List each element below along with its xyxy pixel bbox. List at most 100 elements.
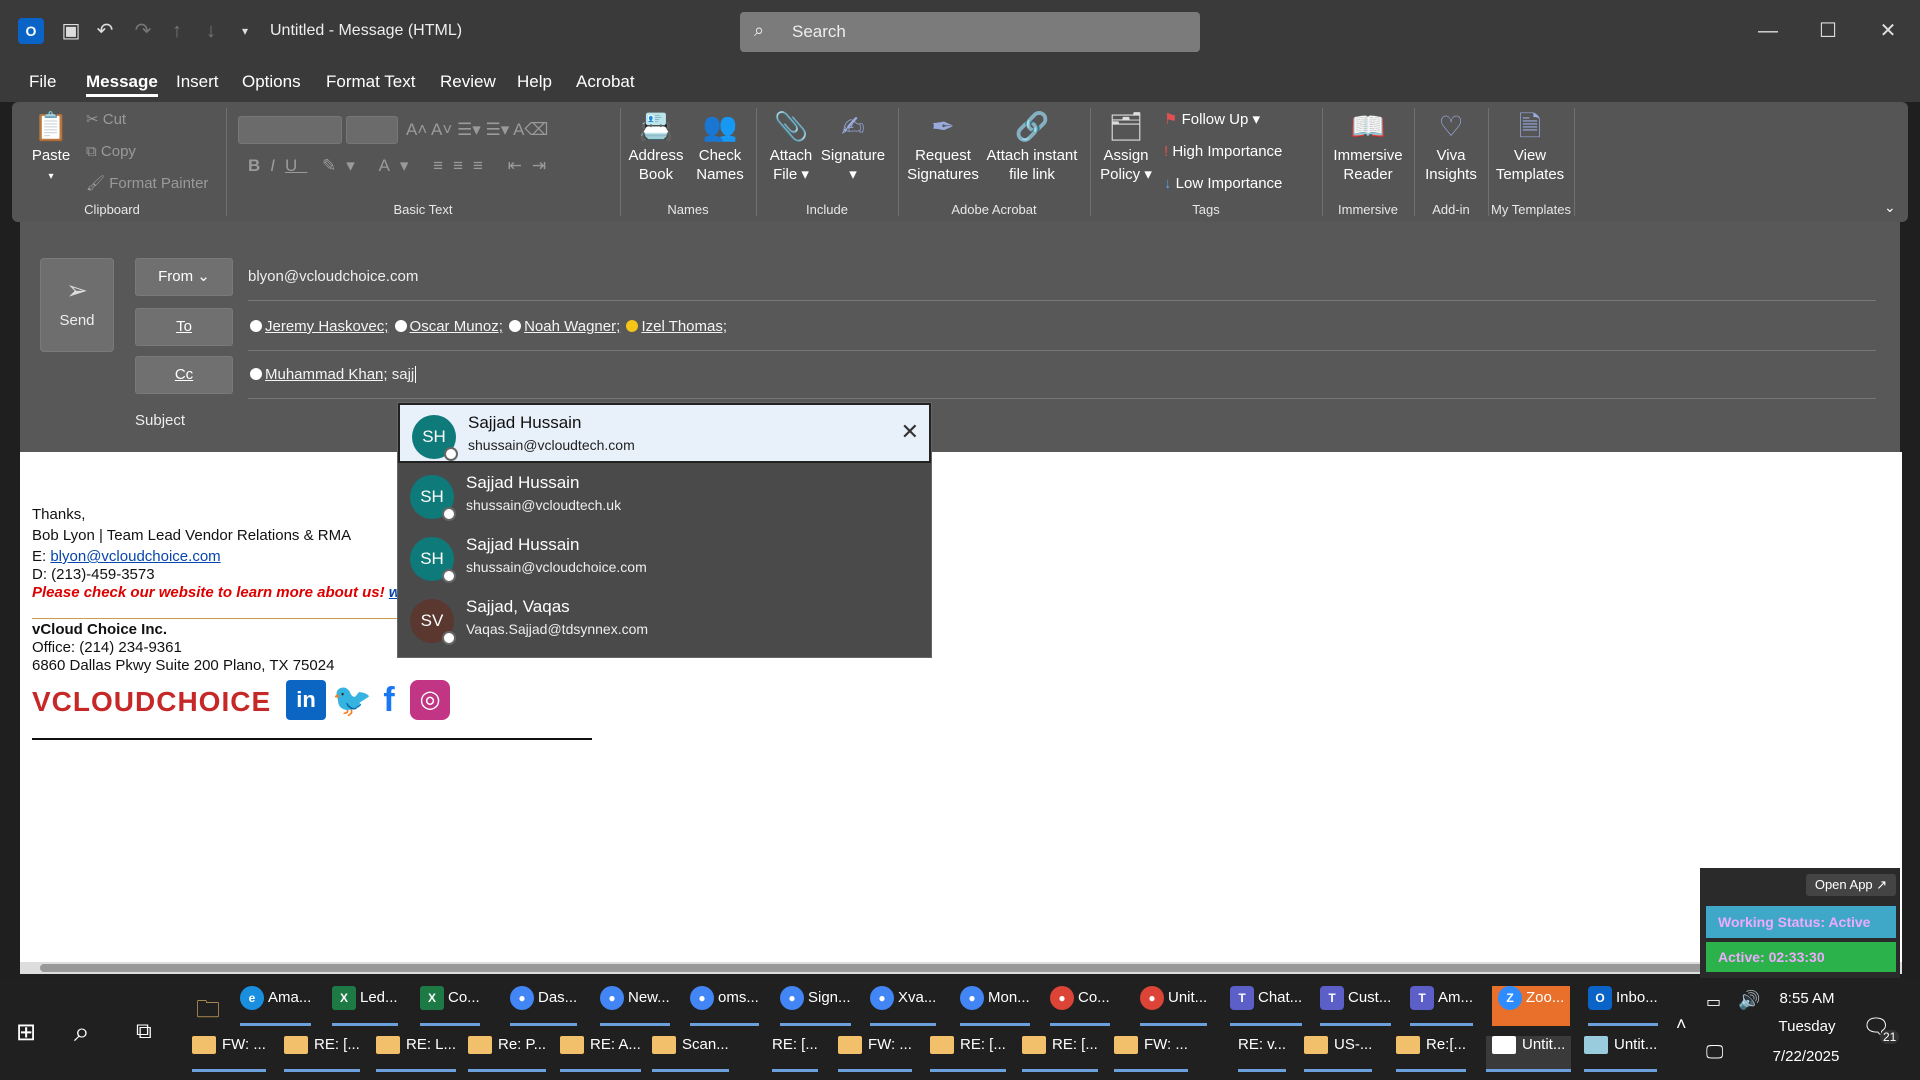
tab-file[interactable]: File xyxy=(29,72,56,92)
cc-field[interactable]: Muhammad Khan; sajj xyxy=(248,355,417,395)
linkedin-icon[interactable]: in xyxy=(286,680,326,720)
twitter-icon[interactable]: 🐦 xyxy=(332,680,372,720)
taskbar-item[interactable]: T Am... xyxy=(1410,986,1474,1026)
attach-link-button[interactable]: 🔗 Attach instant file link xyxy=(984,110,1080,184)
tab-format-text[interactable]: Format Text xyxy=(326,72,415,92)
tab-review[interactable]: Review xyxy=(440,72,496,92)
send-button[interactable]: ➢ Send xyxy=(40,258,114,352)
chevron-up-icon[interactable]: ˄ xyxy=(1676,1014,1687,1035)
customize-qat-icon[interactable]: ▾ xyxy=(232,18,258,44)
tab-acrobat[interactable]: Acrobat xyxy=(576,72,635,92)
viva-insights-button[interactable]: ♡ Viva Insights xyxy=(1420,110,1482,184)
cc-button[interactable]: Cc xyxy=(135,356,233,394)
windows-start-icon[interactable]: ⊞ xyxy=(16,1018,36,1047)
up-icon[interactable]: ↑ xyxy=(164,18,190,44)
recipient-to[interactable]: Jeremy Haskovec; xyxy=(265,318,388,335)
format-buttons[interactable]: BIU ✎▾ A▾ ≡≡≡ ⇤⇥ xyxy=(248,156,556,175)
taskbar-item[interactable]: Untit... xyxy=(1584,1036,1658,1072)
signature-button[interactable]: ✍ Signature ▾ xyxy=(820,110,886,184)
autocomplete-item[interactable]: SH Sajjad Hussain shussain@vcloudtech.uk xyxy=(398,465,931,525)
save-icon[interactable]: ▣ xyxy=(58,18,84,44)
font-size-select[interactable] xyxy=(346,116,398,144)
taskbar-item[interactable]: RE: [... xyxy=(284,1036,360,1072)
undo-icon[interactable]: ↶ xyxy=(92,18,118,44)
taskbar-item[interactable]: RE: [... xyxy=(772,1036,818,1072)
cut-button[interactable]: ✂ Cut xyxy=(86,110,126,129)
taskbar-item[interactable]: RE: L... xyxy=(376,1036,457,1072)
taskbar-item[interactable]: Re: P... xyxy=(468,1036,547,1072)
taskbar-item[interactable]: ● Mon... xyxy=(960,986,1030,1026)
taskbar-item[interactable]: X Co... xyxy=(420,986,480,1026)
taskbar-item[interactable]: e Ama... xyxy=(240,986,312,1026)
grow-font-button[interactable]: A˄ A˅ ☰▾ ☰▾ A⌫ xyxy=(406,120,548,139)
format-painter-button[interactable]: 🖌 Format Painter xyxy=(86,174,208,193)
recipient-to[interactable]: Noah Wagner; xyxy=(524,318,620,335)
message-body[interactable]: Thanks, Bob Lyon | Team Lead Vendor Rela… xyxy=(20,452,1902,968)
autocomplete-item[interactable]: SV Sajjad, Vaqas Vaqas.Sajjad@tdsynnex.c… xyxy=(398,589,931,649)
tab-options[interactable]: Options xyxy=(242,72,301,92)
taskbar-item[interactable]: FW: ... xyxy=(1114,1036,1188,1072)
autocomplete-item[interactable]: SH Sajjad Hussain shussain@vcloudtech.co… xyxy=(398,403,931,463)
check-names-button[interactable]: 👥 Check Names xyxy=(690,110,750,184)
recipient-to[interactable]: Izel Thomas; xyxy=(641,318,727,335)
request-signatures-button[interactable]: ✒ Request Signatures xyxy=(904,110,982,184)
taskbar-item[interactable]: ● New... xyxy=(600,986,670,1026)
taskbar-item[interactable]: RE: [... xyxy=(930,1036,1006,1072)
taskbar-item[interactable]: X Led... xyxy=(332,986,398,1026)
ribbon-collapse-icon[interactable]: ⌄ xyxy=(1884,198,1896,217)
attach-file-button[interactable]: 📎 Attach File ▾ xyxy=(764,110,818,184)
volume-icon[interactable]: 🔊 xyxy=(1738,990,1760,1011)
taskbar-item[interactable]: O Inbo... xyxy=(1588,986,1658,1026)
minimize-button[interactable]: — xyxy=(1748,16,1788,46)
instagram-icon[interactable]: ◎ xyxy=(410,680,450,720)
view-templates-button[interactable]: 🗎 View Templates xyxy=(1494,110,1566,184)
paste-button[interactable]: 📋 Paste ▾ xyxy=(26,110,76,186)
redo-icon[interactable]: ↷ xyxy=(130,18,156,44)
taskbar-item[interactable]: T Cust... xyxy=(1320,986,1392,1026)
maximize-button[interactable]: ☐ xyxy=(1808,16,1848,46)
address-book-button[interactable]: 📇 Address Book xyxy=(626,110,686,184)
facebook-icon[interactable]: f xyxy=(376,680,402,720)
from-button[interactable]: From ⌄ xyxy=(135,258,233,296)
sig-email-link[interactable]: blyon@vcloudchoice.com xyxy=(50,548,220,565)
immersive-reader-button[interactable]: 📖 Immersive Reader xyxy=(1328,110,1408,184)
recipient-cc[interactable]: Muhammad Khan; xyxy=(265,366,388,383)
network-icon[interactable]: 🖵 xyxy=(1706,1042,1723,1063)
taskbar-item[interactable]: RE: [... xyxy=(1022,1036,1098,1072)
battery-icon[interactable]: ▭ xyxy=(1706,992,1721,1012)
search-input[interactable]: ⌕ Search xyxy=(740,12,1200,52)
taskbar-item[interactable]: RE: v... xyxy=(1238,1036,1287,1072)
clock-day[interactable]: Tuesday xyxy=(1772,1018,1842,1035)
scrollbar-thumb[interactable] xyxy=(40,964,1720,972)
taskbar-item[interactable]: FW: ... xyxy=(192,1036,266,1072)
taskbar-item[interactable]: ● Das... xyxy=(510,986,578,1026)
low-importance-button[interactable]: ↓ Low Importance xyxy=(1164,174,1282,193)
taskbar-item[interactable]: ● oms... xyxy=(690,986,759,1026)
clock-time[interactable]: 8:55 AM xyxy=(1772,990,1842,1007)
autocomplete-item[interactable]: SH Sajjad Hussain shussain@vcloudchoice.… xyxy=(398,527,931,587)
taskbar-item[interactable]: US-... xyxy=(1304,1036,1373,1072)
copy-button[interactable]: ⧉ Copy xyxy=(86,142,136,161)
taskbar-item[interactable]: Re:[... xyxy=(1396,1036,1467,1072)
clock-date[interactable]: 7/22/2025 xyxy=(1766,1048,1846,1065)
taskbar-item[interactable]: RE: A... xyxy=(560,1036,641,1072)
taskbar-item[interactable]: Scan... xyxy=(652,1036,729,1072)
tab-message[interactable]: Message xyxy=(86,72,158,97)
down-icon[interactable]: ↓ xyxy=(198,18,224,44)
taskbar-item[interactable]: T Chat... xyxy=(1230,986,1303,1026)
taskbar-item[interactable]: FW: ... xyxy=(838,1036,912,1072)
to-field[interactable]: Jeremy Haskovec; Oscar Munoz; Noah Wagne… xyxy=(248,307,727,347)
file-explorer-icon[interactable]: 🗀 xyxy=(196,992,220,1033)
recipient-to[interactable]: Oscar Munoz; xyxy=(410,318,503,335)
close-button[interactable]: ✕ xyxy=(1868,16,1908,46)
working-status[interactable]: Working Status: Active xyxy=(1706,906,1896,938)
taskbar-item[interactable]: ● Xva... xyxy=(870,986,937,1026)
tab-insert[interactable]: Insert xyxy=(176,72,219,92)
high-importance-button[interactable]: ! High Importance xyxy=(1164,142,1282,161)
to-button[interactable]: To xyxy=(135,308,233,346)
taskbar-item-active[interactable]: Untit... xyxy=(1486,1036,1572,1072)
task-view-icon[interactable]: ⧉ xyxy=(136,1018,152,1044)
horizontal-scrollbar[interactable] xyxy=(20,962,1902,974)
taskbar-item[interactable]: ● Unit... xyxy=(1140,986,1208,1026)
open-app-button[interactable]: Open App ↗ xyxy=(1806,874,1896,896)
